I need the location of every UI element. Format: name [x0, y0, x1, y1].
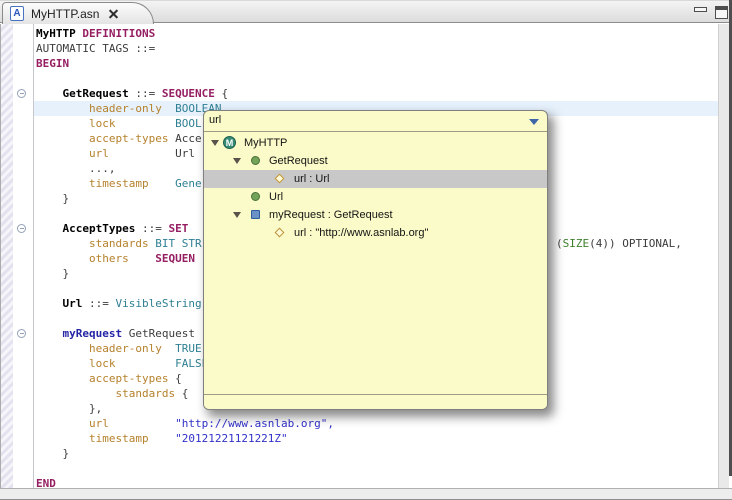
- tree-item-MyHTTP[interactable]: M MyHTTP: [204, 134, 547, 152]
- module-icon: M: [223, 136, 236, 149]
- tree-item-Url[interactable]: Url: [204, 188, 547, 206]
- code-line[interactable]: url "http://www.asnlab.org",: [34, 416, 718, 431]
- field-icon: [274, 227, 285, 238]
- outline-filter-input[interactable]: url: [204, 111, 547, 132]
- editor-window: A MyHTTP.asn MyHTTP DEFINITIONS AUTOMATIC…: [0, 0, 732, 500]
- value-icon: [251, 210, 260, 219]
- tree-item-label: myRequest : GetRequest: [269, 209, 393, 221]
- tab-title: MyHTTP.asn: [31, 6, 100, 21]
- tree-item-label: url : Url: [294, 173, 330, 185]
- code-line[interactable]: MyHTTP DEFINITIONS: [34, 26, 718, 41]
- tree-item-label: url : "http://www.asnlab.org": [294, 227, 429, 239]
- expand-arrow-icon[interactable]: [233, 158, 241, 164]
- tab-myhttp-asn[interactable]: A MyHTTP.asn: [2, 2, 154, 24]
- code-line[interactable]: AUTOMATIC TAGS ::=: [34, 41, 718, 56]
- code-line[interactable]: timestamp "20121221121221Z": [34, 431, 718, 446]
- window-bottom-edge: [0, 488, 732, 500]
- dropdown-arrow-icon[interactable]: [529, 119, 539, 125]
- close-icon[interactable]: [107, 7, 120, 20]
- quick-outline-popup: url M MyHTTP GetRequest url : Url Url myReque…: [203, 110, 548, 410]
- tree-item-url[interactable]: url : "http://www.asnlab.org": [204, 224, 547, 242]
- code-line[interactable]: [34, 461, 718, 476]
- expand-arrow-icon[interactable]: [233, 212, 241, 218]
- code-line[interactable]: END: [34, 476, 718, 488]
- field-icon: [274, 173, 285, 184]
- tree-item-GetRequest[interactable]: GetRequest: [204, 152, 547, 170]
- code-line[interactable]: GetRequest ::= SEQUENCE {: [34, 86, 718, 101]
- popup-footer: [204, 394, 547, 409]
- minimize-icon[interactable]: [694, 6, 707, 18]
- overview-ruler-scrollbar[interactable]: [718, 24, 729, 488]
- tab-bar: A MyHTTP.asn: [0, 0, 732, 24]
- filter-text: url: [209, 114, 222, 126]
- code-line[interactable]: [34, 71, 718, 86]
- code-line[interactable]: }: [34, 446, 718, 461]
- tree-item-myRequest[interactable]: myRequest : GetRequest: [204, 206, 547, 224]
- tree-item-label: MyHTTP: [244, 137, 288, 149]
- outline-tree: M MyHTTP GetRequest url : Url Url myRequest :…: [204, 134, 547, 393]
- fold-minus-icon[interactable]: [17, 89, 26, 98]
- annotation-ruler: [1, 24, 13, 488]
- fold-minus-icon[interactable]: [17, 329, 26, 338]
- tree-item-label: GetRequest: [269, 155, 328, 167]
- tree-item-label: Url: [269, 191, 284, 203]
- code-line[interactable]: BEGIN: [34, 56, 718, 71]
- type-icon: [251, 156, 260, 165]
- tree-item-url[interactable]: url : Url: [204, 170, 547, 188]
- maximize-icon[interactable]: [715, 6, 728, 19]
- fold-minus-icon[interactable]: [17, 224, 26, 233]
- asn-file-icon: A: [10, 6, 24, 21]
- type-icon: [251, 192, 260, 201]
- expand-arrow-icon[interactable]: [211, 140, 219, 146]
